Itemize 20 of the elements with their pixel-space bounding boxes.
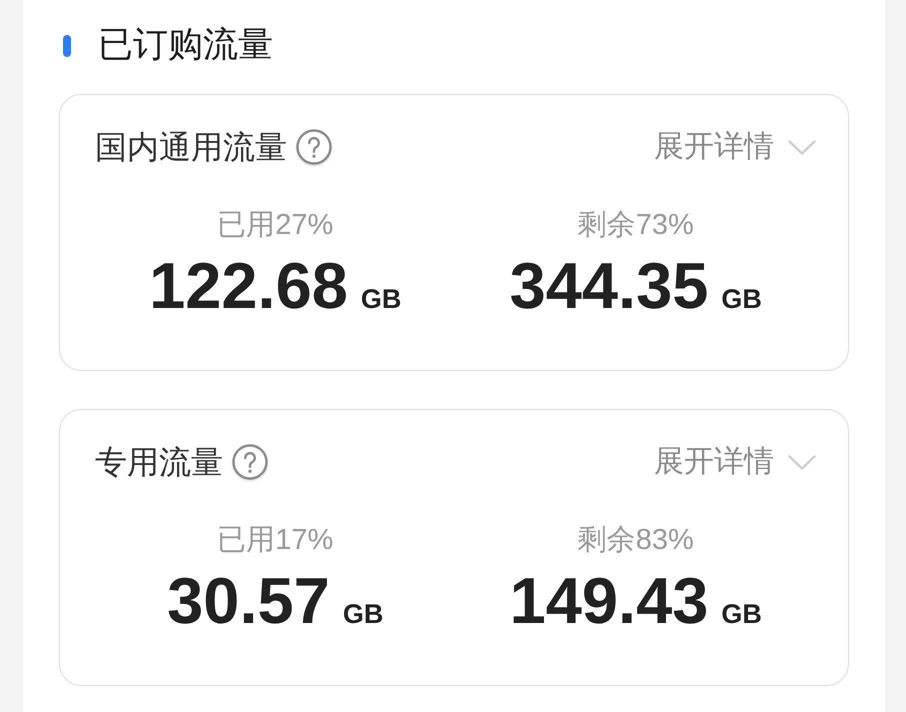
- expand-details-button[interactable]: 展开详情: [654, 442, 816, 482]
- unit-label: GB: [721, 283, 762, 316]
- unit-label: GB: [342, 598, 384, 631]
- expand-details-button[interactable]: 展开详情: [654, 127, 816, 167]
- accent-bar: [63, 35, 71, 57]
- unit-label: GB: [360, 283, 402, 316]
- card-title: 国内通用流量: [95, 128, 287, 167]
- usage-label: 已用27%: [217, 208, 334, 243]
- help-icon[interactable]: [231, 443, 269, 481]
- help-icon[interactable]: [295, 128, 333, 166]
- usage-label: 剩余73%: [578, 208, 694, 243]
- data-amount: 344.35: [510, 251, 708, 321]
- unit-label: GB: [721, 598, 762, 631]
- usage-label: 剩余83%: [578, 523, 694, 558]
- section-title: 已订购流量: [98, 24, 273, 66]
- usage-label: 已用17%: [217, 523, 334, 558]
- data-amount: 30.57: [167, 566, 330, 636]
- data-amount: 149.43: [510, 566, 708, 636]
- data-amount: 122.68: [149, 251, 348, 321]
- card-title: 专用流量: [95, 443, 223, 482]
